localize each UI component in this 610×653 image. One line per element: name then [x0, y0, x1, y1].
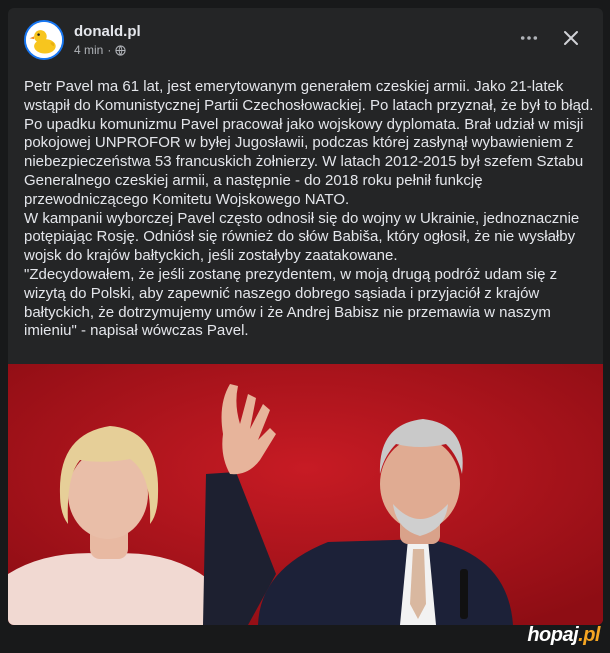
- post-paragraph: Petr Pavel ma 61 lat, jest emerytowanym …: [24, 78, 594, 208]
- watermark-suffix: .pl: [578, 624, 600, 646]
- post-photo[interactable]: [8, 364, 603, 625]
- page-name-link[interactable]: donald.pl: [74, 23, 141, 40]
- globe-icon: [115, 44, 126, 56]
- post-body: Petr Pavel ma 61 lat, jest emerytowanym …: [24, 78, 594, 341]
- more-options-button[interactable]: [515, 26, 543, 50]
- more-horizontal-icon: [520, 36, 538, 40]
- page-avatar[interactable]: [24, 20, 64, 60]
- post-meta: 4 min ·: [74, 43, 126, 57]
- duck-logo-icon: [26, 22, 62, 58]
- post-paragraph: W kampanii wyborczej Pavel często odnosi…: [24, 209, 580, 265]
- post-card: donald.pl 4 min · Petr Pavel ma 61 lat, …: [8, 8, 603, 625]
- close-icon: [564, 31, 578, 45]
- post-paragraph: "Zdecydowałem, że jeśli zostanę prezyden…: [24, 265, 558, 340]
- photo-image: [8, 364, 603, 625]
- close-button[interactable]: [557, 24, 585, 52]
- meta-separator: ·: [107, 43, 112, 57]
- site-watermark: hopaj.pl: [527, 624, 600, 647]
- post-header: donald.pl 4 min ·: [8, 8, 603, 70]
- watermark-brand: hopaj: [527, 624, 579, 646]
- post-time[interactable]: 4 min: [74, 43, 103, 57]
